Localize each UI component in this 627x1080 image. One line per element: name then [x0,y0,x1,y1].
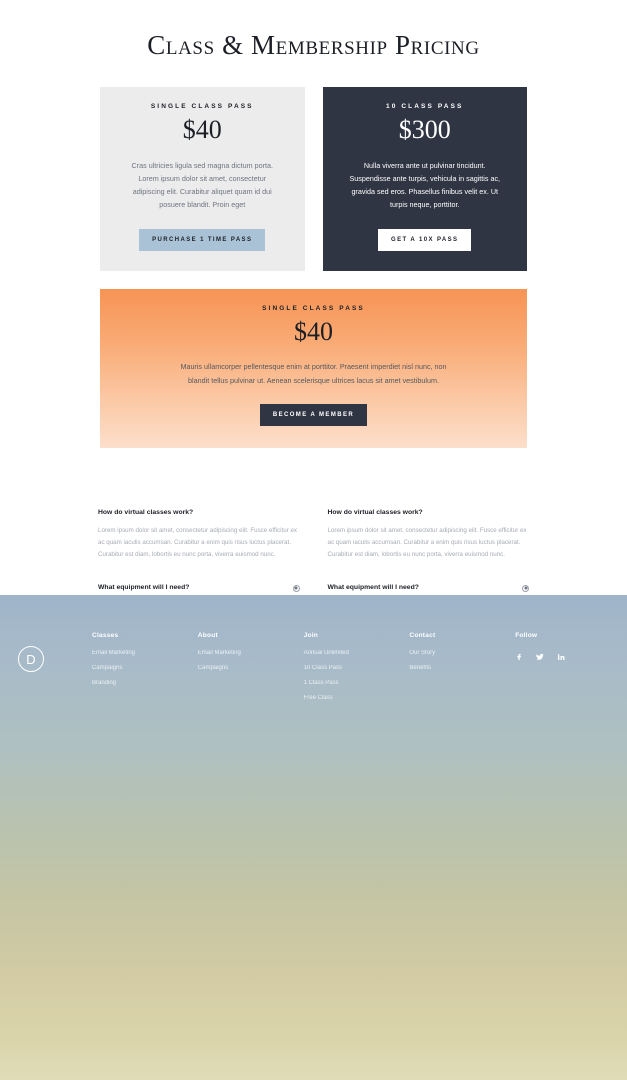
footer-column-heading: Follow [515,632,538,639]
become-a-member-button[interactable]: Become a Member [259,403,368,426]
footer-column-about: About Email Marketing Campaigns [198,632,292,710]
footer-link[interactable]: Email Marketing [198,650,292,656]
footer-link[interactable]: Branding [92,680,186,686]
card-eyebrow: Single Class Pass [150,103,254,110]
faq-answer: Lorem ipsum dolor sit amet, consectetur … [98,527,298,559]
card-price: $40 [182,115,222,144]
faq-item[interactable]: How do virtual classes work? Lorem ipsum… [98,508,300,573]
faq-question: What equipment will I need? [327,584,419,592]
footer-link[interactable]: 10 Class Pass [304,665,398,671]
card-description: Mauris ullamcorper pellentesque enim at … [180,362,447,385]
card-price: $40 [294,316,333,346]
footer-link[interactable]: Annual Unlimited [304,650,398,656]
divi-logo-icon[interactable]: D [18,646,44,672]
card-eyebrow: 10 Class Pass [386,103,464,110]
pricing-card-membership: Single Class Pass $40 Mauris ullamcorper… [100,288,527,448]
site-footer: D Classes Email Marketing Campaigns Bran… [0,595,627,1080]
footer-column-classes: Classes Email Marketing Campaigns Brandi… [92,632,186,710]
twitter-icon[interactable] [536,653,544,661]
faq-question-row[interactable]: What equipment will I need? [327,583,529,593]
faq-question-row[interactable]: What equipment will I need? [98,583,300,593]
footer-column-heading: Contact [409,632,436,639]
faq-question: How do virtual classes work? [327,508,423,516]
footer-column-contact: Contact Our Story Benefits [409,632,503,710]
facebook-icon[interactable] [515,653,523,661]
footer-link[interactable]: Campaigns [92,665,186,671]
footer-link[interactable]: Our Story [409,650,503,656]
pricing-card-single: Single Class Pass $40 Cras ultricies lig… [100,87,305,271]
card-eyebrow: Single Class Pass [262,304,365,312]
faq-question-row[interactable]: How do virtual classes work? [328,508,530,518]
footer-column-heading: About [197,632,218,639]
footer-link[interactable]: Benefits [409,665,503,671]
footer-column-heading: Join [303,632,318,639]
expand-toggle-icon[interactable] [522,584,529,592]
pricing-card-row: Single Class Pass $40 Cras ultricies lig… [0,87,627,271]
faq-question: How do virtual classes work? [98,508,194,516]
faq-answer: Lorem ipsum dolor sit amet, consectetur … [327,527,527,559]
footer-link[interactable]: Campaigns [198,665,292,671]
footer-nav: D Classes Email Marketing Campaigns Bran… [0,595,627,710]
card-description: Nulla viverra ante ut pulvinar tincidunt… [349,160,501,210]
page-root: Class & Membership Pricing Single Class … [0,0,627,1080]
footer-column-heading: Classes [92,632,119,639]
pricing-section: Class & Membership Pricing Single Class … [0,0,627,448]
pricing-card-ten: 10 Class Pass $300 Nulla viverra ante ut… [322,87,527,271]
footer-link[interactable]: 1 Class Pass [304,680,398,686]
faq-question: What equipment will I need? [98,584,190,592]
footer-column-follow: Follow [515,632,609,710]
card-price: $300 [398,115,451,144]
linkedin-icon[interactable] [557,653,565,661]
footer-link[interactable]: Free Class [304,695,398,701]
faq-item[interactable]: How do virtual classes work? Lorem ipsum… [328,508,530,573]
footer-columns: Classes Email Marketing Campaigns Brandi… [92,628,609,710]
footer-logo-wrap: D [18,628,92,710]
purchase-1-time-pass-button[interactable]: Purchase 1 Time Pass [139,228,266,251]
footer-link[interactable]: Email Marketing [92,650,186,656]
faq-question-row[interactable]: How do virtual classes work? [98,508,300,518]
social-links [515,650,609,661]
expand-toggle-icon[interactable] [292,584,300,592]
get-10x-pass-button[interactable]: Get a 10x Pass [378,228,472,251]
page-title: Class & Membership Pricing [147,30,480,60]
card-description: Cras ultricies ligula sed magna dictum p… [131,160,273,210]
footer-column-join: Join Annual Unlimited 10 Class Pass 1 Cl… [304,632,398,710]
